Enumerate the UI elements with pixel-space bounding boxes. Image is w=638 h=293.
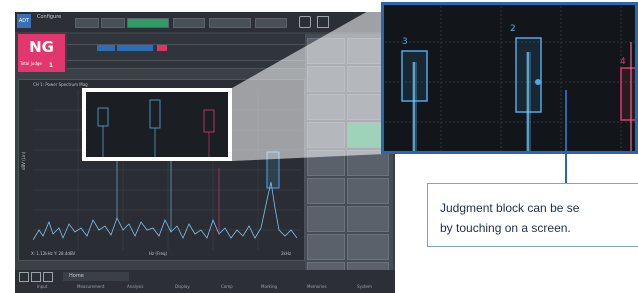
side-button[interactable] bbox=[347, 206, 389, 232]
side-button[interactable] bbox=[307, 234, 345, 260]
app-logo: ADT bbox=[17, 14, 31, 28]
menu-system[interactable]: System bbox=[357, 284, 372, 289]
toolbar-field-4[interactable] bbox=[209, 18, 251, 28]
callout-text: Judgment block can be se by touching on … bbox=[440, 198, 579, 238]
status-text: Configure bbox=[37, 14, 62, 20]
toolbar-field-3[interactable] bbox=[173, 18, 205, 28]
layout-icon[interactable] bbox=[31, 272, 41, 282]
side-button[interactable] bbox=[307, 122, 345, 148]
judge-result-count: 1 bbox=[48, 62, 53, 69]
toolbar-field-1[interactable] bbox=[75, 18, 99, 28]
callout-line-1: Judgment block can be se bbox=[440, 201, 580, 215]
cursor-readout: X: 1.12kHz Y: 28.4dBV bbox=[31, 251, 76, 256]
menu-input[interactable]: Input bbox=[37, 284, 47, 289]
right-control-panel bbox=[305, 34, 393, 280]
side-button[interactable] bbox=[307, 206, 345, 232]
toolbar-field-5[interactable] bbox=[255, 18, 287, 28]
judge-result-sub: Total Judge 1 bbox=[18, 60, 65, 72]
side-button[interactable] bbox=[307, 94, 345, 120]
table-cell-block-3[interactable] bbox=[97, 44, 115, 51]
side-button[interactable] bbox=[347, 234, 389, 260]
block-label-2: 2 bbox=[510, 24, 516, 34]
block-label-3: 3 bbox=[402, 37, 408, 47]
block-label-4: 4 bbox=[620, 57, 626, 67]
menu-measurement[interactable]: Measurement bbox=[77, 284, 104, 289]
spotlight-frame bbox=[82, 88, 232, 161]
y-axis-label: dBV (Lin) bbox=[21, 151, 26, 170]
menu-analysis[interactable]: Analysis bbox=[127, 284, 143, 289]
callout-box: Judgment block can be se by touching on … bbox=[427, 183, 638, 247]
top-toolbar: ADT Configure bbox=[15, 12, 395, 32]
menu-marking[interactable]: Marking bbox=[261, 284, 277, 289]
menu-display[interactable]: Display bbox=[175, 284, 190, 289]
side-button[interactable] bbox=[307, 150, 345, 176]
judge-result-badge: NG bbox=[18, 34, 65, 60]
judge-block-4[interactable] bbox=[621, 68, 638, 120]
side-button[interactable] bbox=[307, 38, 345, 64]
spotlight-svg bbox=[97, 99, 215, 157]
table-cell-block-4[interactable] bbox=[157, 44, 167, 51]
side-button[interactable] bbox=[307, 66, 345, 92]
grid-icon[interactable] bbox=[19, 272, 29, 282]
toolbar-run-status[interactable] bbox=[127, 18, 169, 28]
side-button[interactable] bbox=[347, 178, 389, 204]
bottom-bar: Home bbox=[15, 270, 395, 293]
save-icon[interactable] bbox=[317, 16, 329, 28]
side-button[interactable] bbox=[307, 178, 345, 204]
callout-line-2: by touching on a screen. bbox=[440, 221, 571, 235]
table-cell-block-2[interactable] bbox=[117, 44, 153, 51]
menu-comp[interactable]: Comp bbox=[221, 284, 233, 289]
plot-title: CH 1: Power Spectrum Mag bbox=[33, 82, 88, 87]
touch-point bbox=[535, 79, 541, 85]
menu-memories[interactable]: Memories bbox=[307, 284, 327, 289]
settings-icon[interactable] bbox=[299, 16, 311, 28]
x-axis-label: Hz (Freq) bbox=[149, 251, 168, 256]
toolbar-field-2[interactable] bbox=[101, 18, 125, 28]
spotlight-plot bbox=[86, 92, 228, 157]
judge-result-sub-label: Total Judge bbox=[20, 61, 42, 66]
zoom-panel: 3 2 4 bbox=[381, 2, 638, 154]
tab-home[interactable]: Home bbox=[63, 272, 129, 281]
split-icon[interactable] bbox=[43, 272, 53, 282]
x-axis-max-tick: 2kHz bbox=[281, 251, 291, 256]
callout-leader-line bbox=[565, 90, 567, 184]
